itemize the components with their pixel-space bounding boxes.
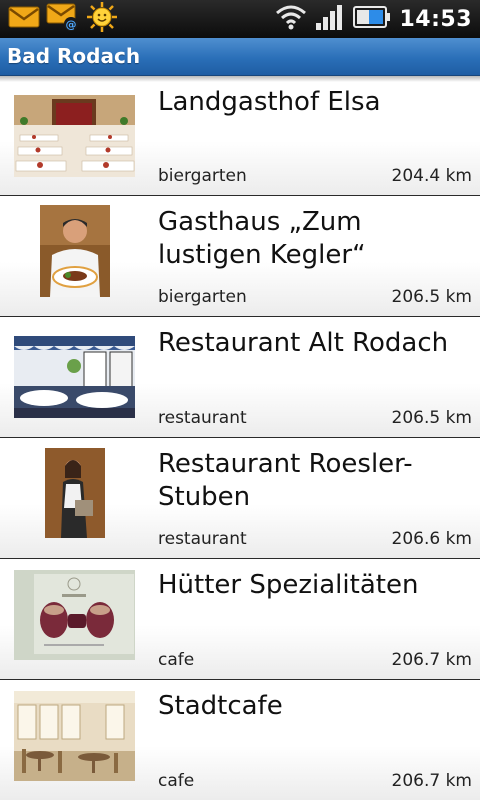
item-distance: 206.7 km [391,650,472,670]
banquet-hall-photo [14,95,135,177]
list-item[interactable]: Landgasthof Elsa biergarten 204.4 km [0,76,480,196]
item-category: biergarten [158,166,247,186]
email-at-icon: @ [46,2,80,36]
list-item[interactable]: Gasthaus „Zum lustigen Kegler“ biergarte… [0,196,480,317]
item-distance: 206.7 km [391,771,472,791]
item-category: restaurant [158,408,247,428]
title-bar: Bad Rodach [0,38,480,76]
title-bar-shadow [0,76,480,82]
chef-with-plate-photo [14,205,135,297]
svg-text:@: @ [66,18,77,31]
status-bar: @ 14:53 [0,0,480,38]
clock-time: 14:53 [399,6,472,32]
battery-icon [353,5,391,33]
item-distance: 206.5 km [391,408,472,428]
sausage-product-photo [14,570,135,660]
item-name: Restaurant Roesler-Stuben [158,449,413,512]
list-item[interactable]: Hütter Spezialitäten cafe 206.7 km [0,559,480,680]
item-distance: 206.6 km [391,529,472,549]
item-name: Gasthaus „Zum lustigen Kegler“ [158,207,366,270]
cafe-interior-photo [14,691,135,781]
item-name: Landgasthof Elsa [158,87,381,117]
waitress-photo [14,448,135,538]
item-name: Restaurant Alt Rodach [158,328,449,358]
page-title: Bad Rodach [7,44,141,68]
smiley-sun-icon [86,1,118,37]
item-category: cafe [158,771,195,791]
signal-icon [315,3,345,35]
list-item[interactable]: Stadtcafe cafe 206.7 km [0,680,480,800]
list-item[interactable]: Restaurant Roesler-Stuben restaurant 206… [0,438,480,559]
item-category: biergarten [158,287,247,307]
item-category: restaurant [158,529,247,549]
email-icon [8,5,40,33]
dining-room-photo [14,336,135,418]
item-name: Stadtcafe [158,691,283,721]
list-item[interactable]: Restaurant Alt Rodach restaurant 206.5 k… [0,317,480,438]
wifi-icon [275,3,307,35]
results-list[interactable]: Landgasthof Elsa biergarten 204.4 km Gas… [0,76,480,800]
item-distance: 206.5 km [391,287,472,307]
item-name: Hütter Spezialitäten [158,570,419,600]
item-category: cafe [158,650,195,670]
item-distance: 204.4 km [391,166,472,186]
